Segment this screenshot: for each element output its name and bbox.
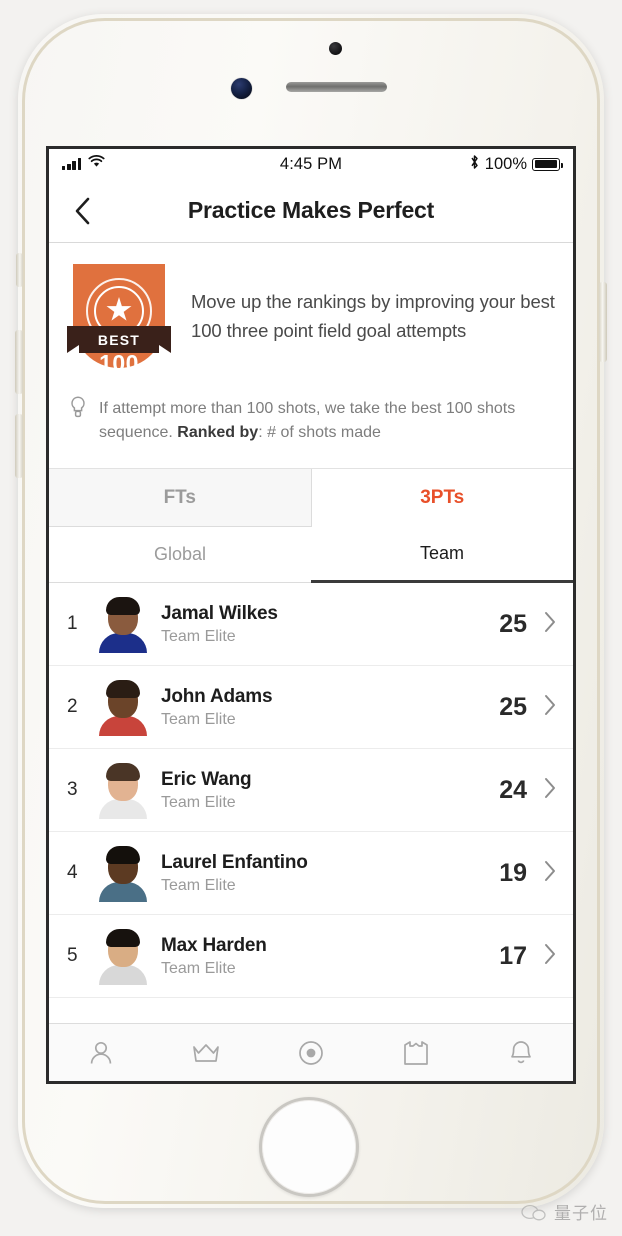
bottom-nav-profile[interactable] [49,1038,154,1068]
volume-up-button[interactable] [15,330,23,394]
crown-icon [193,1043,220,1062]
rank-label: 1 [67,613,78,634]
nav-header: Practice Makes Perfect [49,179,573,243]
table-row[interactable]: 2 John Adams Team Elite 25 [49,666,573,749]
avatar [97,595,149,653]
table-row[interactable]: 5 Max Harden Team Elite 17 [49,915,573,998]
player-score: 25 [499,609,527,638]
badge-ribbon-label: BEST [97,331,141,348]
player-name: John Adams [161,685,273,707]
player-info: Laurel Enfantino Team Elite [161,852,499,895]
chevron-right-icon[interactable] [543,860,557,887]
player-team: Team Elite [161,627,236,645]
back-button[interactable] [65,194,99,228]
rank-label: 5 [67,945,78,966]
player-score: 17 [499,941,527,970]
jersey-icon [403,1040,428,1065]
signal-bars-icon [62,158,81,170]
battery-percent-label: 100% [484,154,527,173]
player-score: 19 [499,858,527,887]
record-icon [299,1040,323,1065]
tab-team[interactable]: Team [311,527,573,583]
player-info: Jamal Wilkes Team Elite [161,603,499,646]
player-team: Team Elite [161,710,236,728]
battery-full-icon [532,157,564,171]
avatar [97,678,149,736]
front-camera-icon [231,78,252,99]
hint-block: If attempt more than 100 shots, we take … [49,391,573,469]
bottom-nav-team[interactable] [363,1038,468,1068]
rank-label: 4 [67,862,78,883]
home-button[interactable] [259,1097,359,1197]
primary-tabs: FTs 3PTs [49,469,573,527]
tab-fts[interactable]: FTs [49,469,312,527]
chevron-left-icon [75,197,89,224]
watermark: 量子位 [521,1199,608,1224]
leaderboard-list[interactable]: 1 Jamal Wilkes Team Elite 25 2 John Adams Team… [49,583,573,1023]
player-team: Team Elite [161,793,236,811]
player-score: 25 [499,692,527,721]
lightbulb-icon [69,395,87,468]
best-100-badge-icon: BEST 100 [67,264,171,376]
challenge-description: Move up the rankings by improving your b… [191,291,555,341]
wifi-icon [88,155,105,173]
avatar [97,844,149,902]
challenge-hero: BEST 100 Move up the rankings by improvi… [49,243,573,391]
hint-text-after: : # of shots made [258,424,381,442]
table-row[interactable]: 3 Eric Wang Team Elite 24 [49,749,573,832]
player-name: Eric Wang [161,768,252,790]
avatar [97,761,149,819]
player-info: Max Harden Team Elite [161,935,499,978]
chevron-right-icon[interactable] [543,777,557,804]
chevron-right-icon[interactable] [543,943,557,970]
table-row[interactable]: 1 Jamal Wilkes Team Elite 25 [49,583,573,666]
player-info: John Adams Team Elite [161,686,499,729]
power-button[interactable] [599,282,607,362]
bluetooth-icon [469,154,480,175]
tab-3pts[interactable]: 3PTs [311,469,573,527]
chevron-right-icon[interactable] [543,611,557,638]
screenshot-stage: 4:45 PM 100% Practice Makes Perfect BEST… [0,0,622,1236]
bell-icon [510,1040,531,1063]
secondary-tabs: Global Team [49,527,573,583]
player-info: Eric Wang Team Elite [161,769,499,812]
bottom-nav-leaderboard[interactable] [154,1038,259,1068]
bottom-nav [49,1023,573,1081]
table-row[interactable]: 4 Laurel Enfantino Team Elite 19 [49,832,573,915]
chevron-right-icon[interactable] [543,694,557,721]
volume-down-button[interactable] [15,414,23,478]
tab-global[interactable]: Global [49,527,311,583]
player-name: Laurel Enfantino [161,851,308,873]
avatar [97,927,149,985]
watermark-text: 量子位 [554,1204,608,1223]
rank-label: 2 [67,696,78,717]
bottom-nav-record[interactable] [259,1037,364,1069]
proximity-sensor-icon [329,42,342,55]
status-bar-right: 100% [410,154,564,175]
status-bar-left [62,155,212,173]
player-name: Max Harden [161,934,267,956]
hint-emphasis: Ranked by [177,424,259,442]
status-bar: 4:45 PM 100% [49,149,573,179]
badge-number-label: 100 [99,350,139,376]
person-icon [91,1041,112,1064]
hint-text: If attempt more than 100 shots, we take … [99,395,557,468]
earpiece-speaker [286,82,387,92]
page-title: Practice Makes Perfect [187,197,435,223]
player-score: 24 [499,775,527,804]
phone-screen: 4:45 PM 100% Practice Makes Perfect BEST… [46,146,576,1084]
mute-switch-button[interactable] [16,253,23,287]
chat-bubble-icon [521,1204,546,1220]
bottom-nav-notifications[interactable] [468,1038,573,1068]
player-name: Jamal Wilkes [161,602,278,624]
status-bar-time: 4:45 PM [279,154,343,173]
player-team: Team Elite [161,959,236,977]
rank-label: 3 [67,779,78,800]
player-team: Team Elite [161,876,236,894]
